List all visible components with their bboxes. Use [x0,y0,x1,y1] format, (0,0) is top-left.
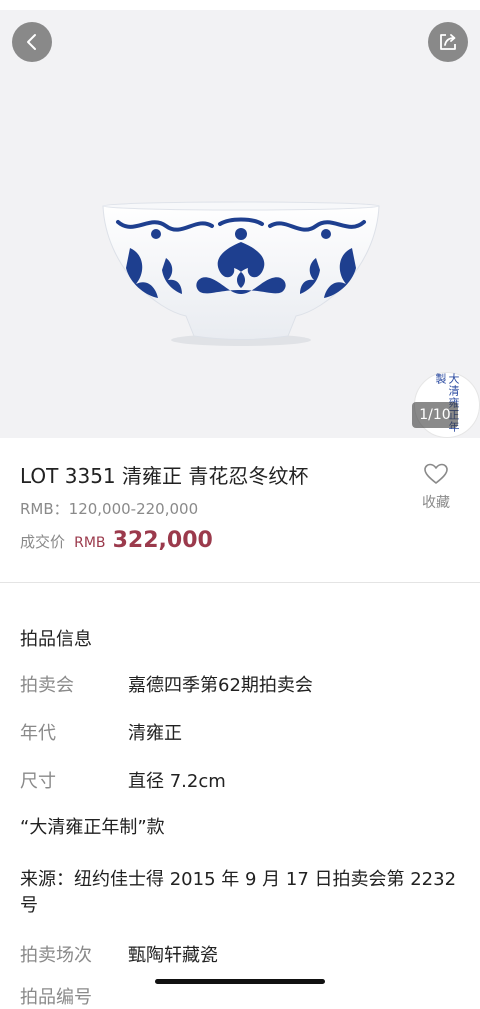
info-value: 嘉德四季第62期拍卖会 [128,675,313,696]
hammer-price-currency: RMB [74,535,106,551]
heart-icon [424,463,448,484]
info-row-period: 年代 清雍正 [20,719,182,745]
section-divider [0,582,480,583]
info-row-auction: 拍卖会 嘉德四季第62期拍卖会 [20,671,313,697]
info-value: 甄陶轩藏瓷 [128,945,218,966]
hammer-price-row: 成交价 RMB 322,000 [20,528,213,553]
back-button[interactable] [12,22,52,62]
info-row-size: 尺寸 直径 7.2cm [20,767,226,793]
status-bar [0,0,480,10]
lot-title: LOT 3351 清雍正 青花忍冬纹杯 [20,464,309,488]
section-title: 拍品信息 [20,629,92,650]
lot-estimate: RMB：120,000-220,000 [20,500,199,518]
image-counter: 1/10 [412,402,458,428]
image-gallery[interactable]: 大清雍正年製 1/10 [0,10,480,438]
share-icon [440,34,456,50]
share-button[interactable] [428,22,468,62]
info-value: 直径 7.2cm [128,771,226,792]
info-value: 清雍正 [128,723,182,744]
lot-header: LOT 3351 清雍正 青花忍冬纹杯 RMB：120,000-220,000 … [0,438,480,582]
info-key: 拍卖场次 [20,945,92,966]
info-key: 尺寸 [20,771,56,792]
info-key: 年代 [20,723,56,744]
info-row-partial: 拍品编号 [20,987,92,1008]
mark-description: “大清雍正年制”款 [20,817,165,838]
hammer-price-value: 322,000 [112,528,213,553]
favorite-label: 收藏 [422,495,450,511]
back-arrow-icon [27,34,36,50]
hammer-price-label: 成交价 [20,533,66,551]
porcelain-bowl-image [102,201,380,346]
info-key: 拍卖会 [20,675,74,696]
provenance-description: 来源：纽约佳士得 2015 年 9 月 17 日拍卖会第 2232 号 [20,869,457,916]
info-row-session: 拍卖场次 甄陶轩藏瓷 [20,941,218,967]
home-indicator[interactable] [155,979,325,984]
favorite-button[interactable]: 收藏 [416,462,456,512]
